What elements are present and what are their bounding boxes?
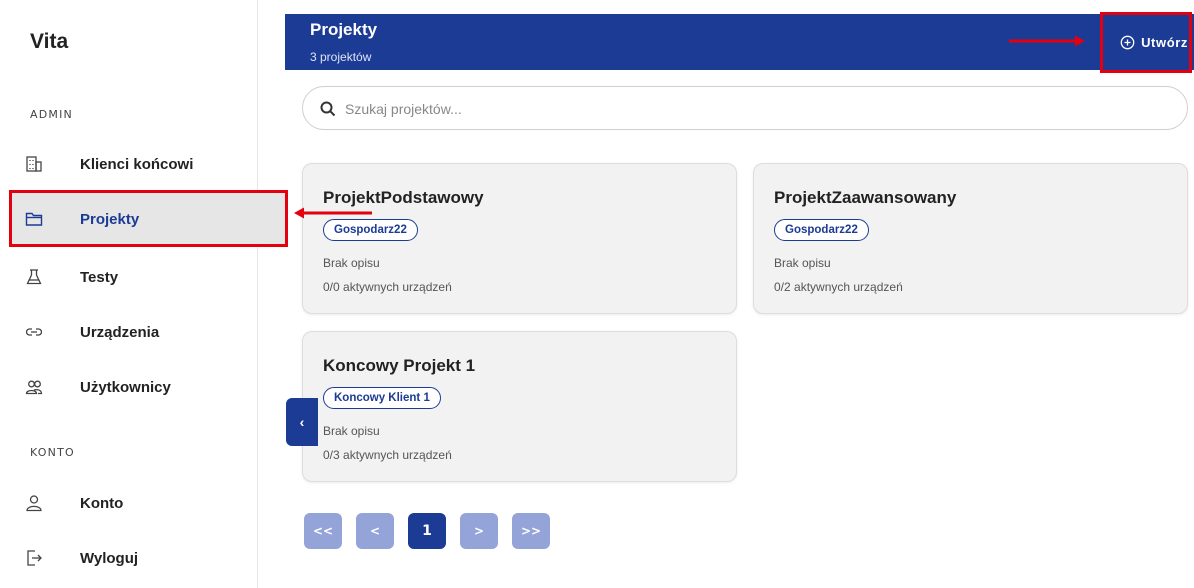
brand-logo: Vita <box>30 30 69 53</box>
sidebar-item-label: Użytkownicy <box>80 378 171 396</box>
project-description: Brak opisu <box>774 256 831 270</box>
page-subtitle: 3 projektów <box>310 50 372 64</box>
project-devices-count: 0/3 aktywnych urządzeń <box>323 448 452 462</box>
sidebar: Vita ADMIN Klienci końcowi Projekty Test… <box>0 0 286 588</box>
sidebar-item-label: Testy <box>80 268 119 286</box>
page-header: Projekty 3 projektów Utwórz <box>285 14 1194 70</box>
page-last-button[interactable]: >> <box>512 513 550 549</box>
sidebar-item-label: Klienci końcowi <box>80 155 194 173</box>
logout-icon <box>24 548 44 568</box>
users-icon <box>24 377 44 397</box>
search-icon <box>319 100 337 118</box>
sidebar-item-label: Projekty <box>80 210 140 228</box>
chevron-left-icon: ‹ <box>299 414 305 430</box>
page-next-button[interactable]: > <box>460 513 498 549</box>
sidebar-item-label: Wyloguj <box>80 549 139 567</box>
page-title: Projekty <box>310 20 378 39</box>
search-input[interactable] <box>345 95 1165 123</box>
sidebar-item-devices[interactable]: Urządzenia <box>12 305 286 359</box>
sidebar-item-tests[interactable]: Testy <box>12 250 286 304</box>
user-icon <box>24 493 44 513</box>
sidebar-item-logout[interactable]: Wyloguj <box>12 531 286 585</box>
project-name: ProjektZaawansowany <box>774 188 957 207</box>
sidebar-item-users[interactable]: Użytkownicy <box>12 360 286 414</box>
sidebar-item-label: Urządzenia <box>80 323 160 341</box>
link-icon <box>24 322 44 342</box>
client-badge[interactable]: Gospodarz22 <box>323 219 418 241</box>
project-card[interactable]: ProjektPodstawowy Gospodarz22 Brak opisu… <box>302 163 737 314</box>
project-devices-count: 0/0 aktywnych urządzeń <box>323 280 452 294</box>
project-card[interactable]: ProjektZaawansowany Gospodarz22 Brak opi… <box>753 163 1188 314</box>
create-button[interactable]: Utwórz <box>1120 30 1188 54</box>
client-badge[interactable]: Koncowy Klient 1 <box>323 387 441 409</box>
plus-circle-icon <box>1120 35 1135 50</box>
project-name: ProjektPodstawowy <box>323 188 484 207</box>
flask-icon <box>24 267 44 287</box>
folder-icon <box>24 209 44 229</box>
sidebar-collapse-button[interactable]: ‹ <box>286 398 318 446</box>
page-prev-button[interactable]: < <box>356 513 394 549</box>
sidebar-item-projects[interactable]: Projekty <box>12 192 286 246</box>
client-badge[interactable]: Gospodarz22 <box>774 219 869 241</box>
sidebar-item-clients[interactable]: Klienci końcowi <box>12 137 286 191</box>
page-first-button[interactable]: << <box>304 513 342 549</box>
create-button-label: Utwórz <box>1141 34 1188 50</box>
search-bar <box>302 86 1188 130</box>
sidebar-item-account[interactable]: Konto <box>12 476 286 530</box>
project-description: Brak opisu <box>323 424 380 438</box>
building-icon <box>24 154 44 174</box>
page-current-button[interactable]: 1 <box>408 513 446 549</box>
app-root: Vita ADMIN Klienci końcowi Projekty Test… <box>0 0 1194 588</box>
project-name: Koncowy Projekt 1 <box>323 356 476 375</box>
section-label-account: KONTO <box>30 446 75 459</box>
sidebar-item-label: Konto <box>80 494 124 512</box>
main-content: Projekty 3 projektów Utwórz Szukaj proje… <box>258 0 1194 588</box>
project-devices-count: 0/2 aktywnych urządzeń <box>774 280 903 294</box>
project-description: Brak opisu <box>323 256 380 270</box>
section-label-admin: ADMIN <box>30 108 73 121</box>
pagination: << < 1 > >> <box>304 513 550 549</box>
project-card[interactable]: Koncowy Projekt 1 Koncowy Klient 1 Brak … <box>302 331 737 482</box>
